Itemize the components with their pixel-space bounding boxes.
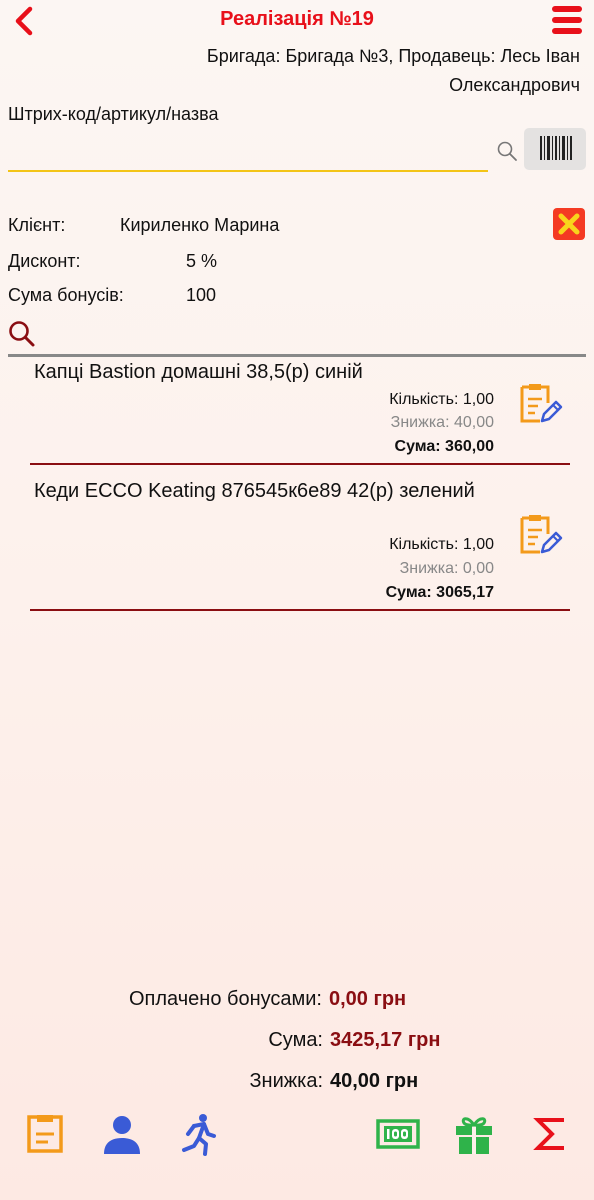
client-label: Клієнт: (8, 215, 66, 235)
hamburger-icon (552, 6, 582, 34)
client-button[interactable] (100, 1112, 144, 1156)
brigade-line1: Бригада: Бригада №3, Продавець: Лесь Іва… (206, 46, 580, 66)
edit-document-icon (520, 515, 563, 554)
page-title: Реалізація №19 (220, 8, 374, 30)
item-divider (30, 609, 570, 611)
brigade-info: Бригада: Бригада №3, Продавець: Лесь Іва… (100, 42, 580, 100)
edit-item-button[interactable] (518, 512, 564, 558)
edit-item-button[interactable] (518, 381, 564, 427)
discount-label: Дисконт: (8, 251, 81, 271)
edit-document-icon (520, 384, 563, 423)
item-divider (30, 463, 570, 465)
save-doc-icon (27, 1115, 63, 1153)
client-name[interactable]: Кириленко Марина (120, 215, 279, 236)
cash-button[interactable] (376, 1112, 420, 1156)
gift-icon (456, 1117, 492, 1154)
discount-value: 5 % (186, 251, 218, 271)
run-icon (182, 1114, 216, 1156)
menu-button[interactable] (550, 4, 584, 36)
total-discount-value: 40,00 грн (330, 1070, 419, 1092)
total-discount-label: Знижка: (249, 1070, 323, 1092)
run-button[interactable] (176, 1112, 220, 1156)
cash-icon (376, 1119, 420, 1149)
search-icon (497, 141, 517, 161)
brigade-line2: Олександрович (449, 75, 580, 95)
list-divider (8, 354, 586, 357)
bonus-value: 100 (186, 285, 217, 305)
search-icon (9, 321, 35, 347)
item-discount: Знижка: 40,00 (390, 414, 494, 431)
remove-client-button[interactable] (553, 208, 585, 240)
search-input[interactable] (8, 136, 488, 172)
client-search-button[interactable] (8, 320, 36, 348)
save-button[interactable] (24, 1112, 68, 1156)
barcode-scan-button[interactable] (524, 128, 586, 170)
item-discount: Знижка: 0,00 (399, 560, 494, 577)
search-button[interactable] (496, 140, 518, 162)
client-icon (104, 1116, 140, 1154)
close-icon (558, 213, 580, 235)
item-sum: Сума: 360,00 (394, 438, 494, 455)
search-label: Штрих-код/артикул/назва (8, 104, 219, 124)
sum-value: 3425,17 грн (330, 1029, 441, 1051)
item-sum: Сума: 3065,17 (385, 584, 494, 601)
barcode-icon (540, 136, 572, 160)
paid-bonus-label: Оплачено бонусами: (128, 988, 322, 1010)
item-name[interactable]: Капці Bastion домашні 38,5(р) синій (34, 358, 494, 387)
sigma-icon (533, 1118, 564, 1150)
item-name[interactable]: Кеди ECCO Keating 876545к6е89 42(р) зеле… (34, 477, 494, 506)
bonus-label: Сума бонусів: (8, 285, 124, 305)
sum-label: Сума: (268, 1029, 323, 1051)
paid-bonus-value: 0,00 грн (329, 988, 407, 1010)
item-quantity: Кількість: 1,00 (389, 391, 494, 408)
total-button[interactable] (528, 1112, 572, 1156)
gift-button[interactable] (452, 1112, 496, 1156)
item-quantity: Кількість: 1,00 (389, 536, 494, 553)
